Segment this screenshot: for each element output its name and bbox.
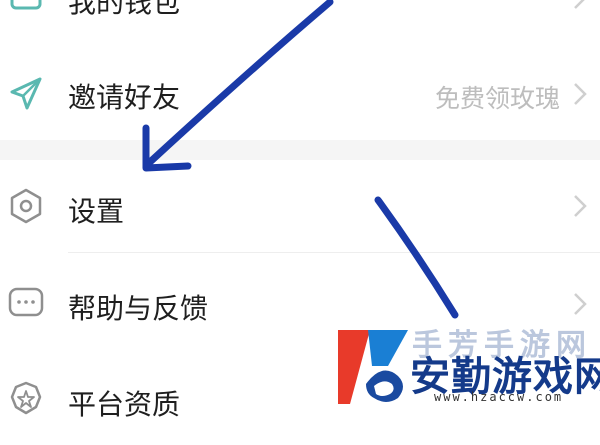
chevron-right-icon	[574, 195, 587, 217]
chat-bubble-icon	[8, 287, 44, 317]
menu-item-label: 设置	[68, 195, 125, 228]
site-watermark: 手芳手游网 安勤游戏网 www.hzaccw.com	[334, 322, 600, 407]
chevron-right-icon	[574, 83, 587, 105]
chevron-right-icon	[574, 293, 587, 315]
paper-plane-icon	[10, 77, 42, 110]
menu-item-settings[interactable]: 设置	[0, 160, 600, 252]
watermark-url-text: www.hzaccw.com	[434, 390, 564, 404]
hexagon-gear-icon	[10, 188, 42, 224]
chevron-right-icon	[574, 0, 585, 9]
menu-item-label: 我的钱包	[68, 0, 181, 19]
invite-reward-text: 免费领玫瑰	[434, 84, 560, 113]
menu-item-label: 帮助与反馈	[68, 292, 209, 325]
menu-item-wallet[interactable]: 我的钱包	[0, 0, 600, 30]
menu-item-label: 邀请好友	[68, 81, 181, 114]
wallet-icon	[10, 0, 42, 10]
section-separator	[0, 140, 600, 160]
menu-item-label: 平台资质	[68, 388, 181, 421]
menu-item-invite-friends[interactable]: 邀请好友 免费领玫瑰	[0, 48, 600, 140]
badge-icon	[10, 381, 42, 415]
